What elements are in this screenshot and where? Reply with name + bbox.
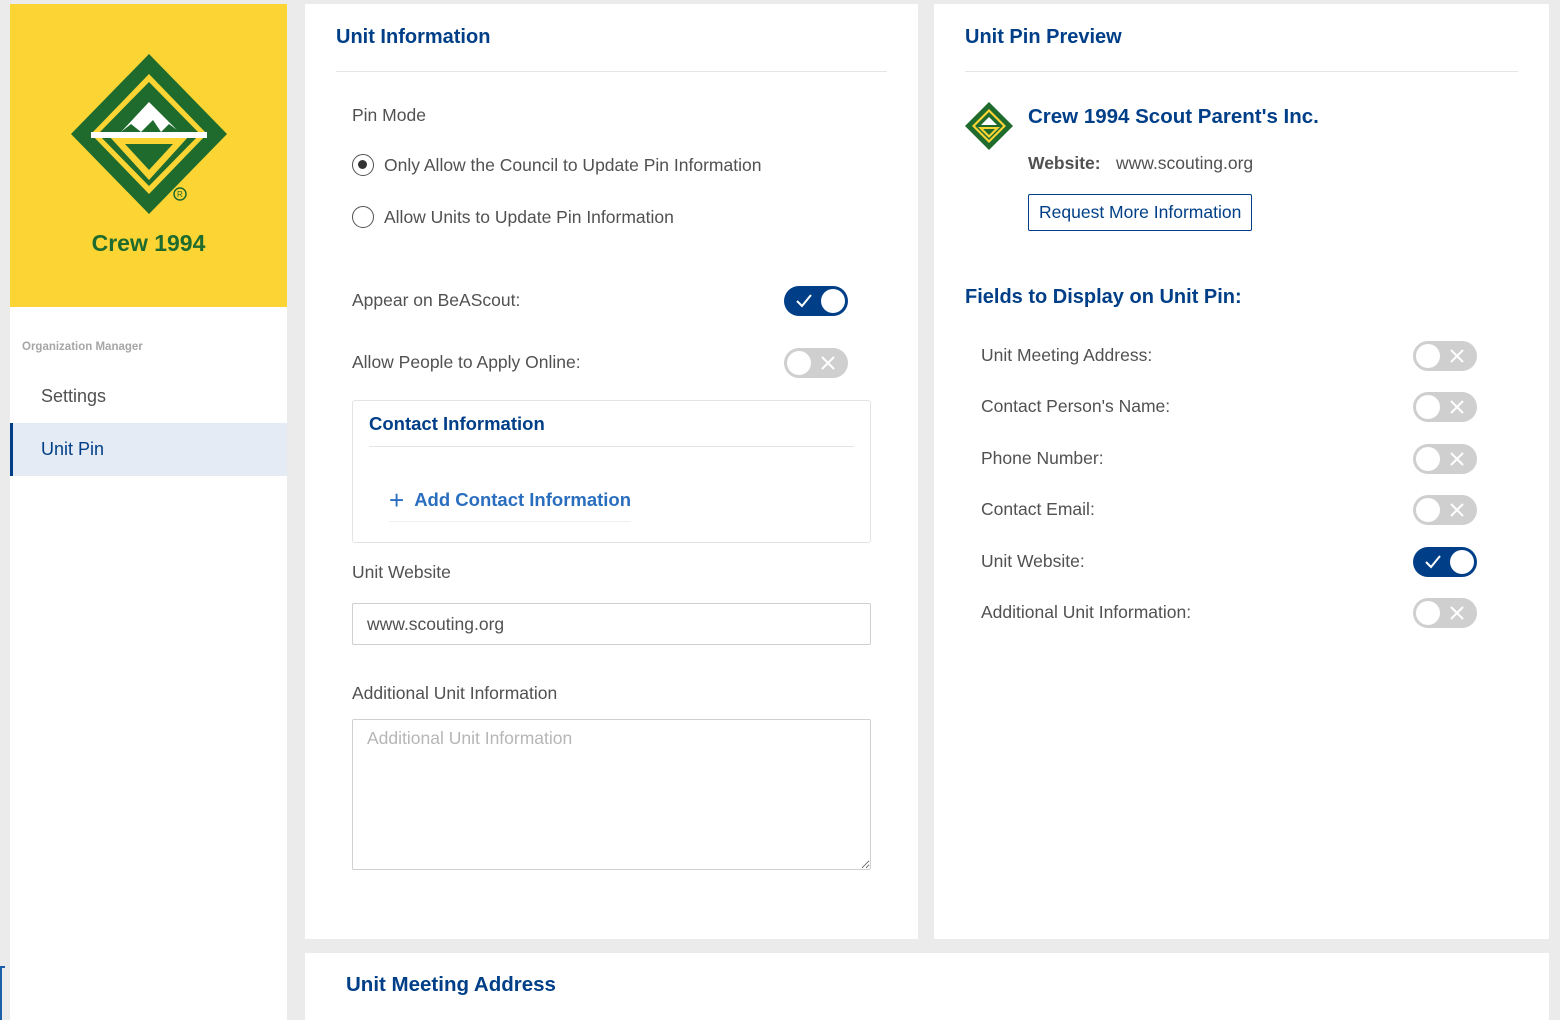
radio-unchecked-icon[interactable] (352, 206, 374, 228)
contact-information-box: Contact Information + Add Contact Inform… (352, 400, 871, 543)
unit-website-label: Unit Website (352, 562, 451, 582)
field-toggle-phone-number[interactable] (1413, 444, 1477, 474)
unit-pin-preview-card: Unit Pin Preview Crew 1994 Scout Parent'… (934, 4, 1549, 939)
toggle-knob (1450, 550, 1474, 574)
check-icon (796, 294, 812, 308)
field-toggle-contact-email[interactable] (1413, 495, 1477, 525)
venturing-emblem-icon: R (71, 54, 227, 214)
pin-mode-option-label: Only Allow the Council to Update Pin Inf… (384, 154, 762, 175)
unit-pin-preview-title: Unit Pin Preview (965, 26, 1122, 48)
svg-text:R: R (177, 190, 183, 199)
field-label-phone-number: Phone Number: (981, 448, 1104, 468)
field-label-contact-name: Contact Person's Name: (981, 396, 1171, 416)
field-label-additional-info: Additional Unit Information: (981, 602, 1192, 622)
unit-meeting-address-card: Unit Meeting Address (305, 953, 1549, 1020)
pin-website-value[interactable]: www.scouting.org (1116, 153, 1253, 174)
pin-org-name: Crew 1994 Scout Parent's Inc. (1028, 105, 1319, 128)
venturing-emblem-icon (965, 102, 1013, 150)
x-icon (1450, 452, 1464, 466)
toggle-knob (1416, 344, 1440, 368)
unit-website-input[interactable] (352, 603, 871, 645)
appear-on-beascout-toggle[interactable] (784, 286, 848, 316)
apply-online-label: Allow People to Apply Online: (352, 352, 581, 372)
field-toggle-contact-name[interactable] (1413, 392, 1477, 422)
toggle-knob (1416, 395, 1440, 419)
org-header: R Crew 1994 (10, 4, 287, 307)
unit-information-title: Unit Information (336, 26, 491, 48)
divider (965, 71, 1518, 72)
toggle-knob (1416, 601, 1440, 625)
x-icon (1450, 606, 1464, 620)
field-label-unit-website: Unit Website: (981, 551, 1085, 571)
edge-fragment (0, 966, 5, 1020)
sidebar-section-label: Organization Manager (22, 341, 143, 353)
plus-icon: + (389, 485, 405, 515)
pin-mode-option-label: Allow Units to Update Pin Information (384, 206, 674, 227)
additional-info-textarea[interactable] (352, 719, 871, 870)
x-icon (1450, 400, 1464, 414)
field-label-contact-email: Contact Email: (981, 499, 1095, 519)
toggle-knob (787, 351, 811, 375)
unit-meeting-address-title: Unit Meeting Address (346, 973, 556, 996)
field-label-meeting-address: Unit Meeting Address: (981, 345, 1153, 365)
field-toggle-meeting-address[interactable] (1413, 341, 1477, 371)
x-icon (1450, 503, 1464, 517)
add-contact-label: Add Contact Information (414, 489, 632, 510)
pin-mode-option-units[interactable]: Allow Units to Update Pin Information (352, 206, 674, 228)
divider (369, 446, 854, 447)
sidebar-item-settings[interactable]: Settings (10, 370, 287, 423)
fields-to-display-title: Fields to Display on Unit Pin: (965, 286, 1242, 308)
field-toggle-unit-website[interactable] (1413, 547, 1477, 577)
sidebar: R Crew 1994 Organization Manager Setting… (10, 4, 287, 1020)
toggle-knob (1416, 498, 1440, 522)
pin-website-label: Website: (1028, 153, 1101, 173)
radio-checked-icon[interactable] (352, 154, 374, 176)
sidebar-item-unit-pin[interactable]: Unit Pin (10, 423, 287, 476)
request-more-info-button[interactable]: Request More Information (1028, 194, 1253, 231)
pin-mode-option-council[interactable]: Only Allow the Council to Update Pin Inf… (352, 154, 761, 176)
contact-information-title: Contact Information (369, 413, 545, 434)
check-icon (1425, 555, 1441, 569)
x-icon (821, 356, 835, 370)
pin-mode-label: Pin Mode (352, 105, 426, 125)
add-contact-button[interactable]: + Add Contact Information (389, 485, 632, 522)
unit-information-card: Unit Information Pin Mode Only Allow the… (305, 4, 918, 939)
appear-on-beascout-label: Appear on BeAScout: (352, 290, 521, 310)
divider (336, 71, 887, 72)
org-name: Crew 1994 (91, 230, 206, 256)
field-toggle-additional-info[interactable] (1413, 598, 1477, 628)
toggle-knob (1416, 447, 1440, 471)
additional-info-label: Additional Unit Information (352, 683, 558, 703)
apply-online-toggle[interactable] (784, 348, 848, 378)
x-icon (1450, 349, 1464, 363)
toggle-knob (821, 289, 845, 313)
